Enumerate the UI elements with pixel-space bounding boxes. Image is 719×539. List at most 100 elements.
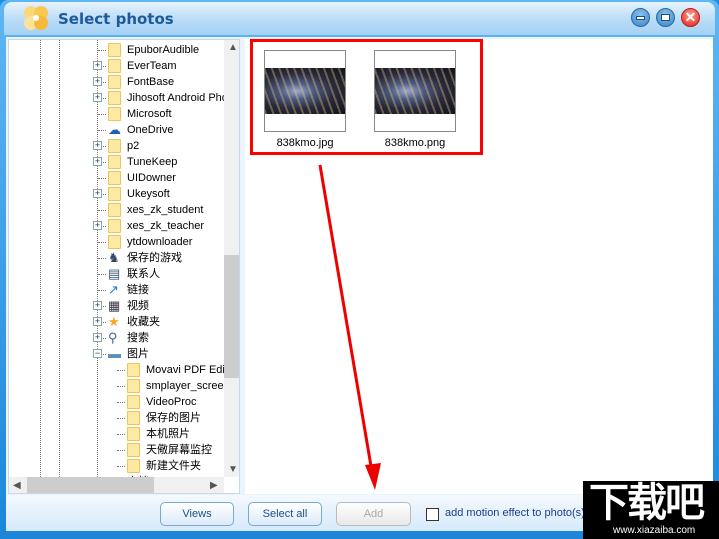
tree-item-label: 图片 <box>127 348 149 360</box>
tree-item-label: xes_zk_teacher <box>127 220 205 232</box>
add-button[interactable]: Add <box>336 502 411 526</box>
tree-connector <box>98 130 106 131</box>
star-icon: ★ <box>108 314 120 329</box>
tree-item-label: xes_zk_student <box>127 204 204 216</box>
tree-item[interactable]: 天儆屏幕监控 <box>9 442 224 458</box>
tree-item[interactable]: smplayer_screer <box>9 378 228 394</box>
tree-item-label: VideoProc <box>146 396 197 408</box>
cloud-icon: ☁ <box>108 122 121 137</box>
expand-icon[interactable]: + <box>93 301 102 310</box>
expand-icon[interactable]: + <box>93 141 102 150</box>
tree-item[interactable]: + Jihosoft Android Pho <box>9 90 228 106</box>
tree-item[interactable]: + ▦ 视频 <box>9 298 224 314</box>
tree-item-label: OneDrive <box>127 124 174 136</box>
tree-item[interactable]: + Ukeysoft <box>9 186 224 202</box>
tree-item-label: smplayer_screer <box>146 380 228 392</box>
tree-item[interactable]: + p2 <box>9 138 224 154</box>
photo-image <box>265 68 345 114</box>
watermark-logo: 下载吧 <box>589 480 705 526</box>
tree-item[interactable]: + xes_zk_teacher <box>9 218 224 234</box>
scroll-up-icon[interactable]: ▲ <box>228 42 238 53</box>
search-icon: ⚲ <box>108 330 118 345</box>
photo-image <box>375 68 455 114</box>
picture-icon: ▬ <box>108 346 121 361</box>
photo-grid[interactable]: 838kmo.jpg 838kmo.png <box>245 39 713 494</box>
expand-icon[interactable]: + <box>93 317 102 326</box>
tree-item[interactable]: 新建文件夹 <box>9 458 224 474</box>
tree-item-label: 搜索 <box>127 332 149 344</box>
tree-connector <box>98 178 106 179</box>
tree-item[interactable]: ytdownloader <box>9 234 224 250</box>
tree-connector <box>117 450 125 451</box>
tree-item[interactable]: ☁ OneDrive <box>9 122 224 138</box>
select-all-button[interactable]: Select all <box>248 502 322 526</box>
folder-icon <box>127 443 140 457</box>
tree-item[interactable]: + EverTeam <box>9 58 224 74</box>
vertical-scrollbar[interactable]: ▲ ▼ <box>224 40 239 477</box>
views-button[interactable]: Views <box>160 502 234 526</box>
expand-icon[interactable]: + <box>93 61 102 70</box>
tree-item[interactable]: + TuneKeep <box>9 154 224 170</box>
folder-icon <box>108 107 121 121</box>
expand-icon[interactable]: + <box>93 157 102 166</box>
expand-icon[interactable]: + <box>93 333 102 342</box>
folder-icon <box>108 139 121 153</box>
tree-item[interactable]: + ★ 收藏夹 <box>9 314 224 330</box>
tree-item[interactable]: ↗ 链接 <box>9 282 224 298</box>
minimize-button[interactable] <box>631 8 650 27</box>
folder-icon <box>127 395 140 409</box>
tree-item[interactable]: + FontBase <box>9 74 224 90</box>
tree-item[interactable]: EpuborAudible <box>9 42 224 58</box>
watermark: 下载吧 www.xiazaiba.com <box>583 481 719 539</box>
expand-icon[interactable]: + <box>93 189 102 198</box>
scrollbar-thumb[interactable] <box>224 255 239 378</box>
tree-item-label: 保存的游戏 <box>127 252 182 264</box>
tree-item[interactable]: UIDowner <box>9 170 224 186</box>
title-bar[interactable]: Select photos ✕ <box>4 2 715 35</box>
tree-connector <box>98 258 106 259</box>
expand-icon[interactable]: + <box>93 221 102 230</box>
tree-item-label: 新建文件夹 <box>146 460 201 472</box>
expand-icon[interactable]: + <box>93 77 102 86</box>
scroll-left-icon[interactable]: ◀ <box>13 480 21 491</box>
tree-item[interactable]: + ⚲ 搜索 <box>9 330 224 346</box>
tree-connector <box>98 242 106 243</box>
tree-connector <box>117 418 125 419</box>
tree-item-label: UIDowner <box>127 172 176 184</box>
scroll-right-icon[interactable]: ▶ <box>210 480 218 491</box>
expand-icon[interactable]: + <box>93 93 102 102</box>
horizontal-scrollbar[interactable]: ◀ ▶ <box>9 477 224 493</box>
tree-item[interactable]: − ▬ 图片 <box>9 346 224 362</box>
motion-effect-label: add motion effect to photo(s) <box>445 507 585 519</box>
folder-tree[interactable]: EpuborAudible + EverTeam + FontBase + Jihosoft… <box>8 39 240 494</box>
folder-icon <box>127 411 140 425</box>
folder-icon <box>108 235 121 249</box>
scroll-down-icon[interactable]: ▼ <box>228 464 238 475</box>
client-area: EpuborAudible + EverTeam + FontBase + Jihosoft… <box>6 37 713 531</box>
photo-thumbnail[interactable] <box>374 50 456 132</box>
tree-connector <box>117 466 125 467</box>
tree-connector <box>117 386 125 387</box>
tree-item[interactable]: VideoProc <box>9 394 224 410</box>
tree-item[interactable]: xes_zk_student <box>9 202 224 218</box>
motion-effect-checkbox[interactable] <box>426 508 439 521</box>
folder-icon <box>127 459 140 473</box>
folder-icon <box>108 219 121 233</box>
tree-item[interactable]: ♞ 保存的游戏 <box>9 250 224 266</box>
window-title: Select photos <box>58 10 174 28</box>
tree-item[interactable]: Movavi PDF Edi <box>9 362 225 378</box>
collapse-icon[interactable]: − <box>93 349 102 358</box>
folder-icon <box>108 59 121 73</box>
close-button[interactable]: ✕ <box>681 8 700 27</box>
maximize-button[interactable] <box>656 8 675 27</box>
folder-icon <box>108 203 121 217</box>
tree-item[interactable]: 保存的图片 <box>9 410 224 426</box>
watermark-url: www.xiazaiba.com <box>613 525 696 536</box>
tree-item[interactable]: ▤ 联系人 <box>9 266 224 282</box>
scrollbar-thumb[interactable] <box>27 477 154 493</box>
photo-thumbnail[interactable] <box>264 50 346 132</box>
tree-item-label: 联系人 <box>127 268 160 280</box>
tree-item[interactable]: 本机照片 <box>9 426 224 442</box>
tree-item[interactable]: Microsoft <box>9 106 224 122</box>
contacts-icon: ▤ <box>108 266 121 281</box>
